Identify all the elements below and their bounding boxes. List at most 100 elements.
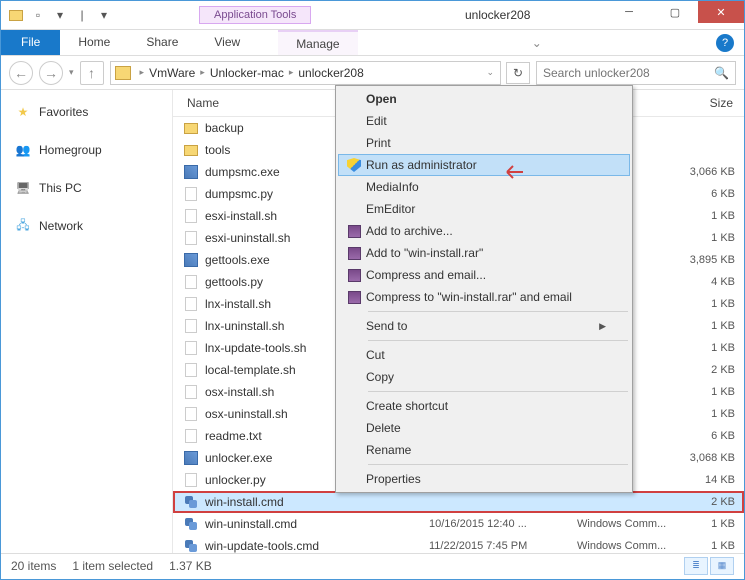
- menu-item-rename[interactable]: Rename: [338, 439, 630, 461]
- file-size: 2 KB: [689, 364, 743, 376]
- sh-icon: [183, 384, 199, 400]
- address-bar[interactable]: ▸ VmWare ▸ Unlocker-mac ▸ unlocker208 ⌄: [110, 61, 501, 85]
- archive-icon: [348, 225, 361, 238]
- menu-item-send-to[interactable]: Send to▶: [338, 315, 630, 337]
- menu-item-open[interactable]: Open: [338, 88, 630, 110]
- exe-icon: [183, 164, 199, 180]
- menu-item-edit[interactable]: Edit: [338, 110, 630, 132]
- address-dropdown-icon[interactable]: ⌄: [486, 67, 496, 78]
- menu-item-compress-email[interactable]: Compress and email...: [338, 264, 630, 286]
- application-tools-tab[interactable]: Application Tools: [199, 6, 311, 24]
- file-name: win-uninstall.cmd: [205, 517, 429, 531]
- file-type: Windows Comm...: [577, 540, 689, 552]
- forward-button[interactable]: →: [39, 61, 63, 85]
- home-tab[interactable]: Home: [60, 30, 128, 55]
- status-selected-size: 1.37 KB: [169, 559, 212, 573]
- qat-dropdown-icon[interactable]: ▾: [95, 6, 113, 24]
- file-name: win-install.cmd: [205, 495, 429, 509]
- file-row[interactable]: win-install.cmd2 KB: [173, 491, 744, 513]
- file-date: 10/16/2015 12:40 ...: [429, 518, 577, 530]
- menu-item-compress-rar-email[interactable]: Compress to "win-install.rar" and email: [338, 286, 630, 308]
- sidebar-item-favorites[interactable]: ★ Favorites: [1, 100, 172, 124]
- qat-properties-icon[interactable]: ▫: [29, 6, 47, 24]
- cmd-icon: [183, 494, 199, 510]
- menu-item-copy[interactable]: Copy: [338, 366, 630, 388]
- chevron-right-icon: ▶: [599, 321, 606, 332]
- exe-icon: [183, 450, 199, 466]
- menu-item-delete[interactable]: Delete: [338, 417, 630, 439]
- view-tab[interactable]: View: [196, 30, 258, 55]
- file-size: 1 KB: [689, 210, 743, 222]
- py-icon: [183, 186, 199, 202]
- file-size: 4 KB: [689, 276, 743, 288]
- up-button[interactable]: ↑: [80, 61, 104, 85]
- help-icon[interactable]: ?: [716, 34, 734, 52]
- sidebar-item-label: Favorites: [39, 105, 88, 119]
- menu-item-properties[interactable]: Properties: [338, 468, 630, 490]
- breadcrumb-part[interactable]: VmWare: [147, 66, 197, 80]
- sh-icon: [183, 296, 199, 312]
- menu-item-cut[interactable]: Cut: [338, 344, 630, 366]
- menu-item-run-as-administrator[interactable]: Run as administrator: [338, 154, 630, 176]
- menu-item-add-to-rar[interactable]: Add to "win-install.rar": [338, 242, 630, 264]
- sidebar-item-label: This PC: [39, 181, 82, 195]
- qat-separator: |: [73, 6, 91, 24]
- sh-icon: [183, 362, 199, 378]
- folder-icon: [7, 6, 25, 24]
- search-input[interactable]: [543, 66, 714, 80]
- sidebar-item-label: Network: [39, 219, 83, 233]
- view-details-button[interactable]: ≣: [684, 557, 708, 575]
- folder-icon: [183, 142, 199, 158]
- menu-item-add-to-archive[interactable]: Add to archive...: [338, 220, 630, 242]
- column-header-size[interactable]: Size: [683, 96, 743, 110]
- refresh-button[interactable]: ↻: [506, 62, 530, 84]
- breadcrumb-part[interactable]: Unlocker-mac: [208, 66, 286, 80]
- search-icon: 🔍: [714, 66, 729, 80]
- file-row[interactable]: win-update-tools.cmd11/22/2015 7:45 PMWi…: [173, 535, 744, 557]
- menu-item-mediainfo[interactable]: MediaInfo: [338, 176, 630, 198]
- minimize-button[interactable]: ─: [606, 1, 652, 23]
- ribbon-expand-icon[interactable]: ⌄: [526, 36, 548, 50]
- view-icons-button[interactable]: ▦: [710, 557, 734, 575]
- file-row[interactable]: win-uninstall.cmd10/16/2015 12:40 ...Win…: [173, 513, 744, 535]
- manage-tab[interactable]: Manage: [278, 30, 357, 55]
- sh-icon: [183, 340, 199, 356]
- cmd-icon: [183, 516, 199, 532]
- maximize-button[interactable]: ▢: [652, 1, 698, 23]
- context-menu: Open Edit Print Run as administrator Med…: [335, 85, 633, 493]
- chevron-right-icon[interactable]: ▸: [137, 67, 148, 78]
- archive-icon: [348, 291, 361, 304]
- file-tab[interactable]: File: [1, 30, 60, 55]
- search-box[interactable]: 🔍: [536, 61, 736, 85]
- status-selected-count: 1 item selected: [72, 559, 153, 573]
- file-name: win-update-tools.cmd: [205, 539, 429, 553]
- file-size: 1 KB: [689, 232, 743, 244]
- file-size: 1 KB: [689, 386, 743, 398]
- archive-icon: [348, 269, 361, 282]
- history-dropdown-icon[interactable]: ▾: [69, 67, 74, 78]
- file-size: 6 KB: [689, 430, 743, 442]
- menu-item-print[interactable]: Print: [338, 132, 630, 154]
- chevron-right-icon[interactable]: ▸: [286, 67, 297, 78]
- menu-item-create-shortcut[interactable]: Create shortcut: [338, 395, 630, 417]
- shield-icon: [347, 158, 361, 172]
- status-item-count: 20 items: [11, 559, 56, 573]
- qat-newfolder-icon[interactable]: ▾: [51, 6, 69, 24]
- network-icon: 🖧: [15, 218, 31, 234]
- sidebar-item-homegroup[interactable]: 👥 Homegroup: [1, 138, 172, 162]
- sidebar-item-label: Homegroup: [39, 143, 102, 157]
- txt-icon: [183, 428, 199, 444]
- back-button[interactable]: ←: [9, 61, 33, 85]
- chevron-right-icon[interactable]: ▸: [197, 67, 208, 78]
- share-tab[interactable]: Share: [128, 30, 196, 55]
- breadcrumb-part[interactable]: unlocker208: [296, 66, 365, 80]
- file-size: 1 KB: [689, 342, 743, 354]
- sidebar-item-thispc[interactable]: 🖥 This PC: [1, 176, 172, 200]
- exe-icon: [183, 252, 199, 268]
- file-size: 1 KB: [689, 320, 743, 332]
- close-button[interactable]: ✕: [698, 1, 744, 23]
- annotation-arrow: [503, 161, 527, 186]
- menu-item-emeditor[interactable]: EmEditor: [338, 198, 630, 220]
- file-size: 3,895 KB: [689, 254, 743, 266]
- sidebar-item-network[interactable]: 🖧 Network: [1, 214, 172, 238]
